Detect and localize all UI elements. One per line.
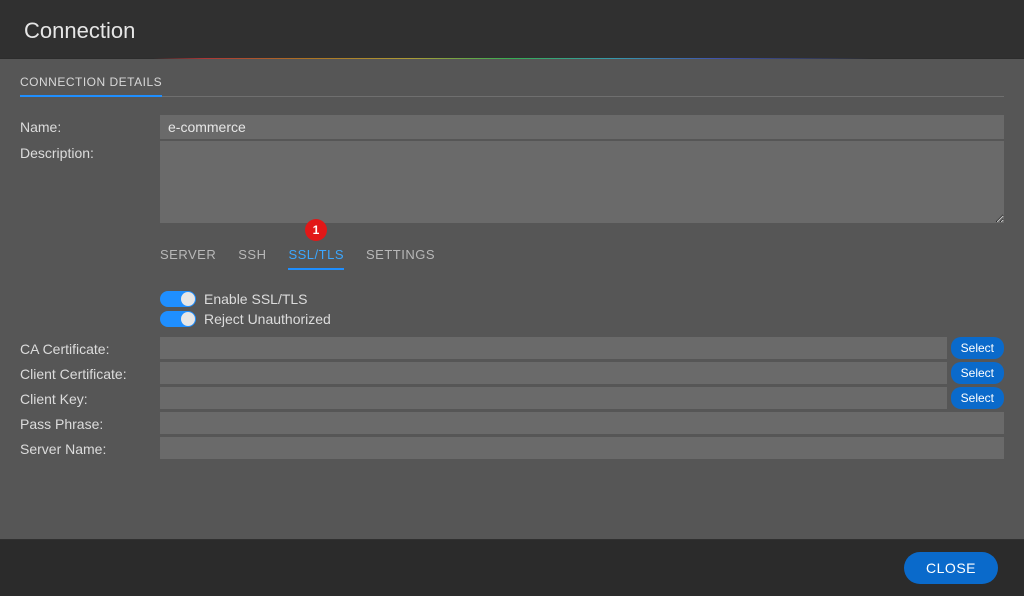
description-label: Description: bbox=[20, 141, 160, 161]
client-key-select-button[interactable]: Select bbox=[951, 387, 1004, 409]
ssl-toggles: Enable SSL/TLS Reject Unauthorized bbox=[20, 291, 1004, 327]
subtab-bar: SERVER SSH SSL/TLS 1 SETTINGS bbox=[20, 247, 1004, 271]
badge-ssltls: 1 bbox=[305, 219, 327, 241]
server-name-label: Server Name: bbox=[20, 437, 160, 457]
dialog-title: Connection bbox=[0, 0, 1024, 58]
ca-cert-label: CA Certificate: bbox=[20, 337, 160, 357]
name-input[interactable] bbox=[160, 115, 1004, 139]
close-button[interactable]: CLOSE bbox=[904, 552, 998, 584]
ssl-fields: CA Certificate: Select Client Certificat… bbox=[20, 337, 1004, 459]
pass-phrase-input[interactable] bbox=[160, 412, 1004, 434]
reject-unauthorized-label: Reject Unauthorized bbox=[204, 311, 331, 327]
row-description: Description: bbox=[20, 141, 1004, 223]
ca-cert-select-button[interactable]: Select bbox=[951, 337, 1004, 359]
toggle-reject-unauthorized[interactable] bbox=[160, 311, 196, 327]
row-reject-unauthorized: Reject Unauthorized bbox=[160, 311, 1004, 327]
row-pass-phrase: Pass Phrase: bbox=[20, 412, 1004, 434]
client-cert-select-button[interactable]: Select bbox=[951, 362, 1004, 384]
row-ca-cert: CA Certificate: Select bbox=[20, 337, 1004, 359]
description-input[interactable] bbox=[160, 141, 1004, 223]
name-label: Name: bbox=[20, 115, 160, 135]
row-client-cert: Client Certificate: Select bbox=[20, 362, 1004, 384]
pass-phrase-label: Pass Phrase: bbox=[20, 412, 160, 432]
tab-ssltls-label: SSL/TLS bbox=[288, 247, 344, 262]
client-key-label: Client Key: bbox=[20, 387, 160, 407]
tab-server[interactable]: SERVER bbox=[160, 247, 216, 270]
row-name: Name: bbox=[20, 115, 1004, 139]
client-cert-input[interactable] bbox=[160, 362, 947, 384]
server-name-input[interactable] bbox=[160, 437, 1004, 459]
tab-ssh[interactable]: SSH bbox=[238, 247, 266, 270]
toggle-knob-icon bbox=[181, 292, 195, 306]
dialog-body: CONNECTION DETAILS Name: Description: SE… bbox=[0, 59, 1024, 539]
section-tabs: CONNECTION DETAILS bbox=[20, 73, 1004, 97]
section-underline bbox=[20, 96, 1004, 97]
ca-cert-input[interactable] bbox=[160, 337, 947, 359]
client-cert-label: Client Certificate: bbox=[20, 362, 160, 382]
row-enable-ssl: Enable SSL/TLS bbox=[160, 291, 1004, 307]
connection-dialog: Connection CONNECTION DETAILS Name: Desc… bbox=[0, 0, 1024, 596]
toggle-enable-ssl[interactable] bbox=[160, 291, 196, 307]
tab-settings[interactable]: SETTINGS bbox=[366, 247, 435, 270]
dialog-footer: CLOSE bbox=[0, 540, 1024, 596]
tab-ssltls[interactable]: SSL/TLS 1 bbox=[288, 247, 344, 270]
enable-ssl-label: Enable SSL/TLS bbox=[204, 291, 308, 307]
toggle-knob-icon bbox=[181, 312, 195, 326]
client-key-input[interactable] bbox=[160, 387, 947, 409]
row-server-name: Server Name: bbox=[20, 437, 1004, 459]
tab-connection-details[interactable]: CONNECTION DETAILS bbox=[20, 73, 162, 97]
row-client-key: Client Key: Select bbox=[20, 387, 1004, 409]
